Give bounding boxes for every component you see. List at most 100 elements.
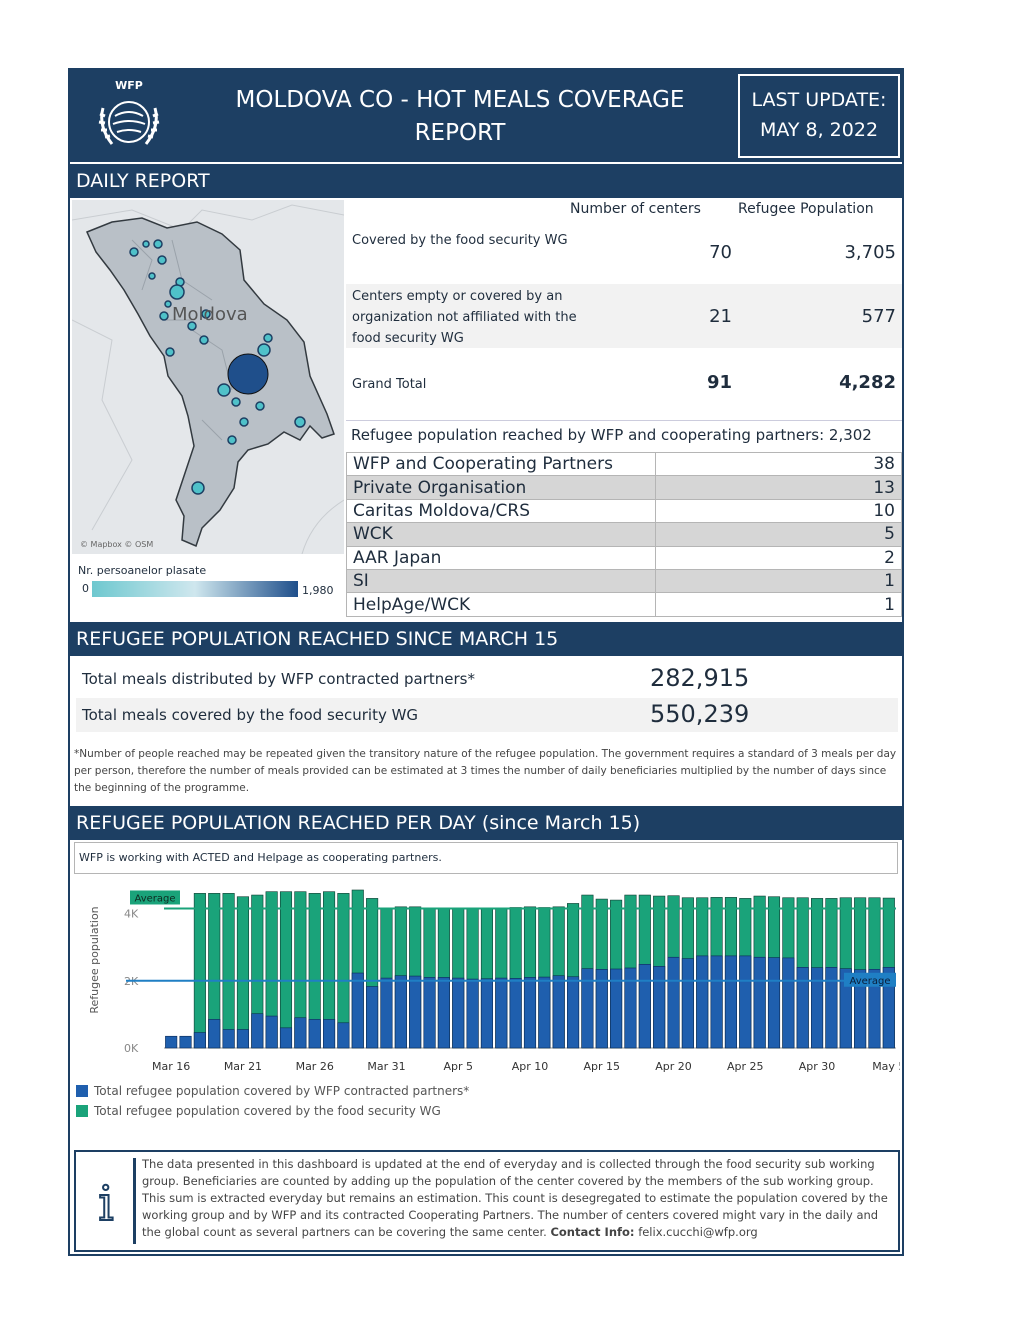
row-population: 3,705 — [844, 242, 896, 263]
bar-wfp — [767, 957, 781, 1049]
map-country-label: Moldova — [172, 304, 248, 325]
bar-fswg — [236, 896, 249, 1049]
report-header: WFP MOLDOVA CO - HOT MEALS COVERAGE REPO… — [70, 70, 902, 162]
x-tick-label: May 5 — [872, 1060, 900, 1073]
last-update-date: MAY 8, 2022 — [759, 119, 879, 141]
bar-wfp — [696, 955, 709, 1049]
report-title-line2: REPORT — [414, 120, 506, 146]
bar-wfp — [380, 977, 393, 1049]
wfp-logo-text: WFP — [115, 79, 143, 92]
report-title: MOLDOVA CO - HOT MEALS COVERAGE REPORT — [200, 84, 720, 150]
bar-wfp — [638, 963, 651, 1049]
bar-wfp — [653, 966, 666, 1049]
col-header-centers: Number of centers — [570, 201, 701, 217]
average-label-wfp: Average — [849, 976, 890, 987]
partner-name: AAR Japan — [346, 545, 656, 570]
bar-wfp — [423, 977, 436, 1049]
partner-value: 5 — [655, 522, 902, 547]
moldova-map: Moldova © Mapbox © OSM — [72, 200, 344, 554]
bar-wfp — [710, 955, 723, 1049]
bar-wfp — [811, 967, 824, 1049]
bar-fswg — [193, 893, 206, 1049]
row-centers: 91 — [706, 372, 732, 393]
partner-name: WCK — [346, 522, 656, 547]
partner-name: HelpAge/WCK — [346, 592, 656, 617]
last-update-box: LAST UPDATE: MAY 8, 2022 — [738, 74, 900, 158]
bar-wfp — [193, 1032, 206, 1049]
map-attribution: © Mapbox © OSM — [80, 540, 153, 549]
partners-table: WFP and Cooperating Partners 38 Private Or… — [346, 451, 902, 617]
y-tick-label: 4K — [124, 908, 139, 921]
partner-row: Caritas Moldova/CRS 10 — [346, 498, 902, 524]
partners-note: WFP is working with ACTED and Helpage as… — [74, 842, 898, 874]
x-tick-label: Apr 20 — [655, 1060, 692, 1073]
bar-wfp — [825, 967, 838, 1049]
bar-wfp — [724, 955, 737, 1049]
bar-wfp — [394, 975, 407, 1049]
bar-wfp — [294, 1017, 307, 1049]
daily-population-chart: 0K 2K 4K Refugee population Average Average Ma… — [74, 882, 981, 1086]
contact-email: felix.cucchi@wfp.org — [638, 1225, 758, 1239]
info-box: i The data presented in this dashboard i… — [74, 1150, 900, 1252]
bar-wfp — [165, 1035, 178, 1049]
partner-row: Private Organisation 13 — [346, 475, 902, 500]
chart-legend-wfp: Total refugee population covered by WFP … — [76, 1084, 469, 1098]
table-row-not-affiliated: Centers empty or covered by an organizat… — [346, 284, 902, 348]
x-tick-label: Apr 10 — [512, 1060, 549, 1073]
bar-fswg — [222, 893, 235, 1049]
x-tick-label: Mar 16 — [152, 1060, 190, 1073]
last-update-label: LAST UPDATE: — [751, 89, 887, 111]
x-tick-label: Mar 26 — [296, 1060, 334, 1073]
meals-wfp-value: 282,915 — [650, 664, 750, 692]
col-header-population: Refugee Population — [738, 201, 874, 217]
chart-svg: 0K2K4KRefugee populationAverageAverageMa… — [88, 889, 981, 1073]
bar-wfp — [409, 975, 422, 1049]
bar-wfp — [466, 978, 479, 1049]
row-population: 4,282 — [839, 372, 896, 393]
bar-wfp — [452, 977, 465, 1049]
report-frame: WFP MOLDOVA CO - HOT MEALS COVERAGE REPO… — [68, 68, 981, 1256]
x-tick-label: Apr 30 — [799, 1060, 836, 1073]
bar-wfp — [753, 956, 766, 1049]
y-axis-label: Refugee population — [88, 906, 101, 1013]
bar-wfp — [782, 957, 795, 1049]
row-centers: 21 — [709, 306, 732, 327]
row-label: Grand Total — [352, 377, 427, 392]
info-text: The data presented in this dashboard is … — [142, 1156, 894, 1241]
legend-swatch-fswg — [76, 1105, 88, 1117]
chart-legend-fswg: Total refugee population covered by the … — [76, 1104, 441, 1118]
meals-wfp-label: Total meals distributed by WFP contracte… — [82, 670, 475, 688]
average-label-fswg: Average — [134, 893, 175, 904]
map-legend-min: 0 — [82, 582, 89, 595]
x-tick-label: Apr 5 — [443, 1060, 473, 1073]
bar-wfp — [323, 1019, 336, 1049]
legend-label-fswg: Total refugee population covered by the … — [94, 1104, 441, 1118]
partner-value: 1 — [655, 592, 902, 617]
partner-name: SI — [346, 568, 656, 594]
report-title-line1: MOLDOVA CO - HOT MEALS COVERAGE — [235, 87, 685, 113]
partner-value: 13 — [655, 475, 902, 500]
x-tick-label: Mar 21 — [224, 1060, 262, 1073]
section-daily-report: DAILY REPORT — [70, 164, 902, 198]
bar-wfp — [552, 975, 565, 1049]
partner-row: WCK 5 — [346, 522, 902, 547]
bar-fswg — [279, 891, 293, 1049]
partner-name: Caritas Moldova/CRS — [346, 498, 656, 524]
bar-wfp — [739, 955, 752, 1049]
bar-wfp — [437, 977, 450, 1049]
table-row-grand-total: Grand Total 91 4,282 — [346, 352, 902, 416]
row-label: Centers empty or covered by an organizat… — [352, 289, 577, 346]
bar-wfp — [208, 1019, 221, 1049]
bar-wfp — [222, 1029, 235, 1049]
bar-wfp — [495, 977, 508, 1049]
bar-wfp — [681, 958, 694, 1049]
bar-wfp — [351, 972, 364, 1049]
contact-label: Contact Info: — [550, 1225, 635, 1239]
x-tick-label: Apr 25 — [727, 1060, 764, 1073]
partner-row: AAR Japan 2 — [346, 545, 902, 570]
bar-wfp — [667, 956, 680, 1049]
bar-wfp — [509, 978, 522, 1049]
bar-wfp — [366, 986, 379, 1049]
partner-value: 2 — [655, 545, 902, 570]
bar-wfp — [567, 976, 580, 1049]
